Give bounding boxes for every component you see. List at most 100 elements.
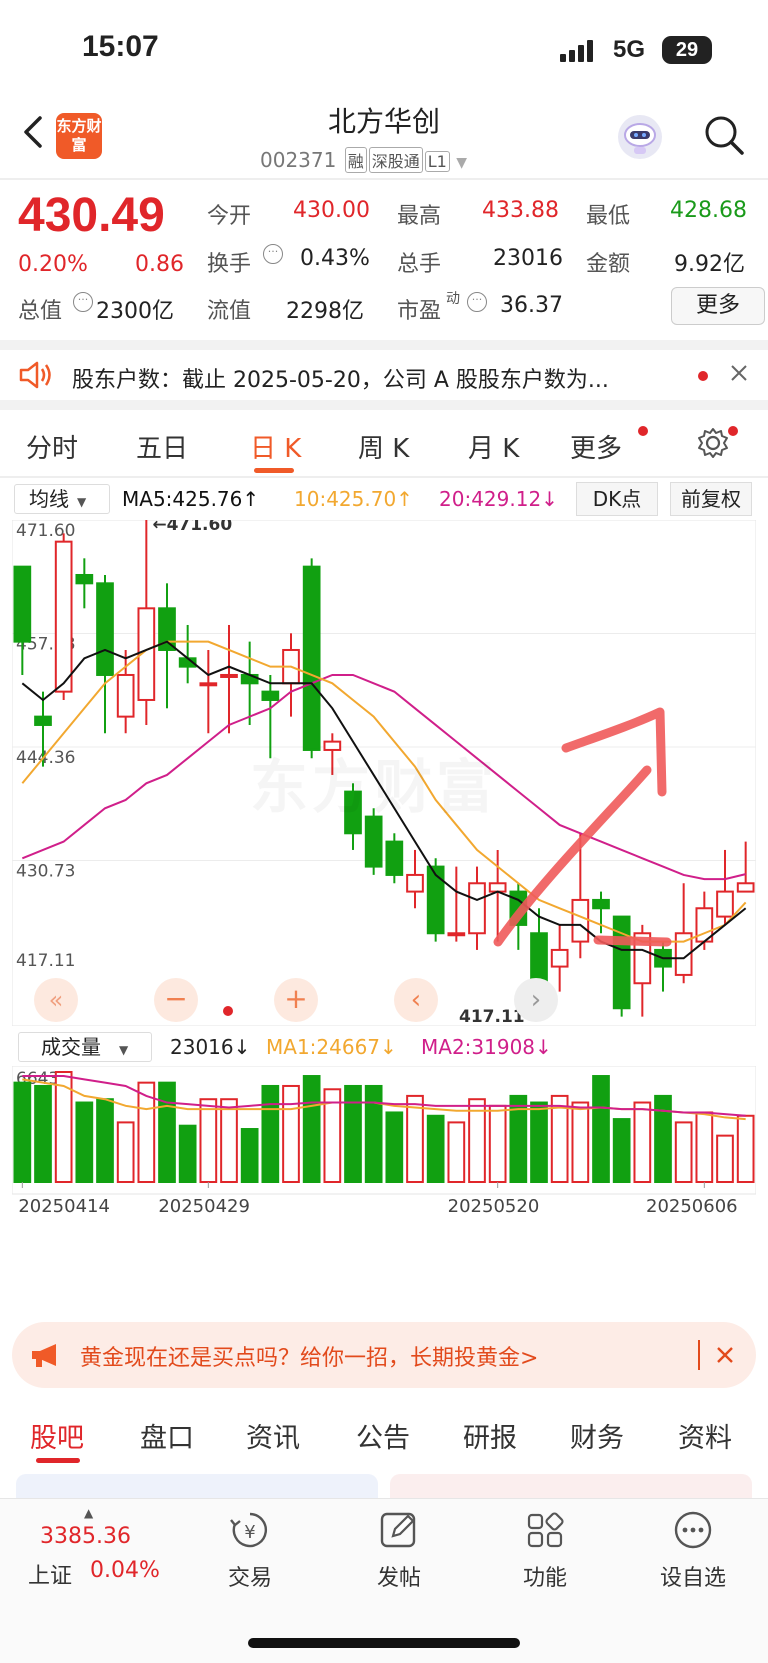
y-tick-label: 417.11 bbox=[16, 951, 75, 971]
grid-icon bbox=[527, 1512, 564, 1548]
candle-body bbox=[13, 565, 32, 643]
tab-more[interactable]: 更多 bbox=[570, 428, 622, 465]
ma10-readout: 10:425.70↑ bbox=[294, 487, 413, 511]
nav-add-watchlist[interactable]: 设自选 bbox=[638, 1510, 748, 1592]
volume-bar bbox=[344, 1084, 362, 1183]
tab-intraday[interactable]: 分时 bbox=[26, 428, 78, 465]
unread-dot bbox=[728, 426, 738, 436]
nav-post[interactable]: 发帖 bbox=[344, 1510, 454, 1592]
volume-bar bbox=[220, 1098, 238, 1184]
ma5-readout: MA5:425.76↑ bbox=[122, 487, 260, 511]
candle-body bbox=[302, 565, 321, 751]
tab-daily-k[interactable]: 日 K bbox=[250, 428, 301, 465]
pe-dynamic-label: 动 bbox=[446, 291, 460, 307]
volume-bar bbox=[674, 1121, 693, 1183]
volume-selector[interactable]: 成交量 ▼ bbox=[18, 1032, 152, 1062]
tab-monthly-k[interactable]: 月 K bbox=[468, 428, 519, 465]
candle-body bbox=[385, 840, 404, 876]
candle-body bbox=[406, 873, 424, 893]
close-icon[interactable] bbox=[728, 362, 750, 384]
tab-forum[interactable]: 股吧 bbox=[30, 1416, 84, 1455]
pe-value: 36.37 bbox=[500, 293, 563, 318]
volume-bar bbox=[736, 1114, 755, 1183]
candle-body bbox=[75, 573, 94, 585]
unread-dot bbox=[638, 426, 648, 436]
ma-selector[interactable]: 均线 ▼ bbox=[14, 484, 110, 514]
index-name: 上证 bbox=[28, 1564, 73, 1589]
y-tick-label: 430.73 bbox=[16, 862, 75, 882]
candle-body bbox=[447, 932, 466, 937]
candle-body bbox=[716, 890, 734, 918]
candle-body bbox=[550, 948, 569, 968]
volume-bar bbox=[633, 1101, 652, 1183]
vol-ma2-line bbox=[22, 1075, 746, 1117]
x-tick-label: 20250606 bbox=[646, 1196, 738, 1217]
dk-point-button[interactable]: DK点 bbox=[576, 482, 658, 516]
volume-bar bbox=[612, 1118, 631, 1183]
mcap-label: 总值 bbox=[18, 299, 63, 324]
info-dots-icon[interactable]: ··· bbox=[467, 292, 487, 312]
candle-body bbox=[261, 690, 280, 701]
tab-announcements[interactable]: 公告 bbox=[356, 1416, 410, 1455]
volume-bar bbox=[34, 1084, 52, 1183]
tab-research[interactable]: 研报 bbox=[463, 1416, 517, 1455]
tab-five-day[interactable]: 五日 bbox=[136, 428, 188, 465]
y-tick-label: 444.36 bbox=[16, 748, 75, 768]
ad-separator bbox=[698, 1340, 700, 1370]
candle-body bbox=[468, 882, 486, 935]
prev-button[interactable]: ‹ bbox=[394, 978, 438, 1022]
stock-code-row[interactable]: 002371 融深股通 L1 ▼ bbox=[260, 147, 467, 173]
candle-body bbox=[364, 815, 383, 868]
volume-bar bbox=[592, 1075, 610, 1183]
info-dots-icon[interactable]: ··· bbox=[263, 244, 283, 264]
candle-body bbox=[220, 673, 238, 678]
gold-ad-banner[interactable]: 黄金现在还是买点吗？给你一招，长期投黄金> bbox=[12, 1322, 756, 1388]
more-circle-icon bbox=[674, 1511, 712, 1549]
index-widget[interactable]: ▲ 3385.36 上证 0.04% bbox=[18, 1506, 178, 1596]
drawn-arrow-head bbox=[561, 707, 667, 797]
ad-text: 黄金现在还是买点吗？给你一招，长期投黄金> bbox=[80, 1346, 539, 1371]
candle-body bbox=[426, 865, 445, 935]
tab-news[interactable]: 资讯 bbox=[246, 1416, 300, 1455]
tab-orderbook[interactable]: 盘口 bbox=[140, 1416, 194, 1455]
tab-finance[interactable]: 财务 bbox=[570, 1416, 624, 1455]
nav-trade-label: 交易 bbox=[227, 1566, 272, 1591]
home-indicator bbox=[248, 1638, 520, 1648]
network-label: 5G bbox=[613, 36, 646, 63]
zoom-in-button[interactable]: + bbox=[274, 978, 318, 1022]
volume-bar bbox=[716, 1134, 734, 1183]
status-time: 15:07 bbox=[82, 30, 159, 63]
candle-body bbox=[736, 882, 755, 893]
volume-bar bbox=[116, 1121, 135, 1183]
volume-bar bbox=[158, 1081, 176, 1183]
tab-profile[interactable]: 资料 bbox=[678, 1416, 732, 1455]
volume-chart[interactable]: 6643520250414 20250429 20250520 20250606 bbox=[12, 1066, 756, 1306]
volume-bar bbox=[13, 1081, 32, 1183]
volume-readout: 23016↓ bbox=[170, 1035, 251, 1059]
candle-body bbox=[116, 673, 135, 718]
caret-up-icon: ▲ bbox=[84, 1506, 94, 1520]
next-button[interactable]: › bbox=[514, 978, 558, 1022]
shareholder-notice[interactable]: 股东户数：截止 2025-05-20，公司 A 股股东户数为... bbox=[0, 340, 768, 410]
volume-bar bbox=[654, 1094, 672, 1184]
nav-trade[interactable]: ¥ 交易 bbox=[195, 1510, 305, 1592]
robot-assistant-icon[interactable] bbox=[618, 115, 662, 159]
volume-bar bbox=[447, 1121, 466, 1183]
more-quote-button[interactable]: 更多 bbox=[671, 287, 765, 325]
volume-bar bbox=[199, 1098, 218, 1184]
gear-icon[interactable] bbox=[696, 426, 730, 460]
high-label: 最高 bbox=[397, 204, 442, 229]
turnover-value: 0.43% bbox=[300, 246, 370, 271]
adjust-button[interactable]: 前复权 bbox=[670, 482, 752, 516]
zoom-out-button[interactable]: − bbox=[154, 978, 198, 1022]
search-icon[interactable] bbox=[702, 113, 746, 157]
x-tick-label: 20250429 bbox=[158, 1196, 250, 1217]
nav-functions[interactable]: 功能 bbox=[490, 1510, 600, 1592]
volume-bar bbox=[695, 1111, 714, 1183]
rewind-button[interactable]: « bbox=[34, 978, 78, 1022]
info-dots-icon[interactable]: ··· bbox=[73, 292, 93, 312]
notice-text: 股东户数：截止 2025-05-20，公司 A 股股东户数为... bbox=[72, 368, 609, 393]
tab-weekly-k[interactable]: 周 K bbox=[358, 428, 409, 465]
close-icon[interactable] bbox=[714, 1344, 736, 1366]
svg-text:¥: ¥ bbox=[244, 1522, 255, 1543]
